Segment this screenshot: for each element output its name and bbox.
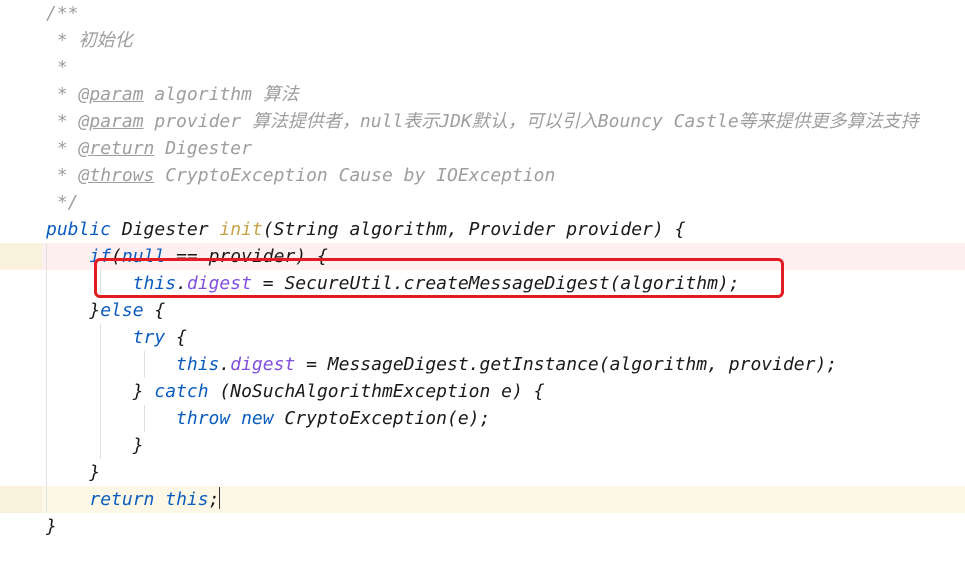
- method-name: init: [219, 219, 262, 240]
- else-line: }else {: [0, 297, 965, 324]
- text-caret: [219, 487, 220, 509]
- javadoc-param-provider: * @param provider 算法提供者，null表示JDK默认，可以引入…: [0, 108, 965, 135]
- assign-digest-messagedigest: this.digest = MessageDigest.getInstance(…: [0, 351, 965, 378]
- try-line: try {: [0, 324, 965, 351]
- javadoc-throws: * @throws CryptoException Cause by IOExc…: [0, 162, 965, 189]
- return-line: return this;: [0, 486, 965, 513]
- javadoc-param-tag: @param: [79, 84, 144, 105]
- javadoc-open: /**: [0, 0, 965, 27]
- javadoc-throws-tag: @throws: [79, 165, 155, 186]
- close-else: }: [0, 459, 965, 486]
- method-signature: public Digester init(String algorithm, P…: [0, 216, 965, 243]
- javadoc-close: */: [0, 189, 965, 216]
- if-line: if(null == provider) {: [0, 243, 965, 270]
- javadoc-return-tag: @return: [79, 138, 155, 159]
- throw-line: throw new CryptoException(e);: [0, 405, 965, 432]
- javadoc-param-algorithm: * @param algorithm 算法: [0, 81, 965, 108]
- assign-digest-secureutil: this.digest = SecureUtil.createMessageDi…: [0, 270, 965, 297]
- catch-line: } catch (NoSuchAlgorithmException e) {: [0, 378, 965, 405]
- javadoc-blank: *: [0, 54, 965, 81]
- javadoc-return: * @return Digester: [0, 135, 965, 162]
- code-editor[interactable]: /** * 初始化 * * @param algorithm 算法 * @par…: [0, 0, 965, 540]
- close-try: }: [0, 432, 965, 459]
- javadoc-desc: * 初始化: [0, 27, 965, 54]
- close-method: }: [0, 513, 965, 540]
- javadoc-param-tag: @param: [79, 111, 144, 132]
